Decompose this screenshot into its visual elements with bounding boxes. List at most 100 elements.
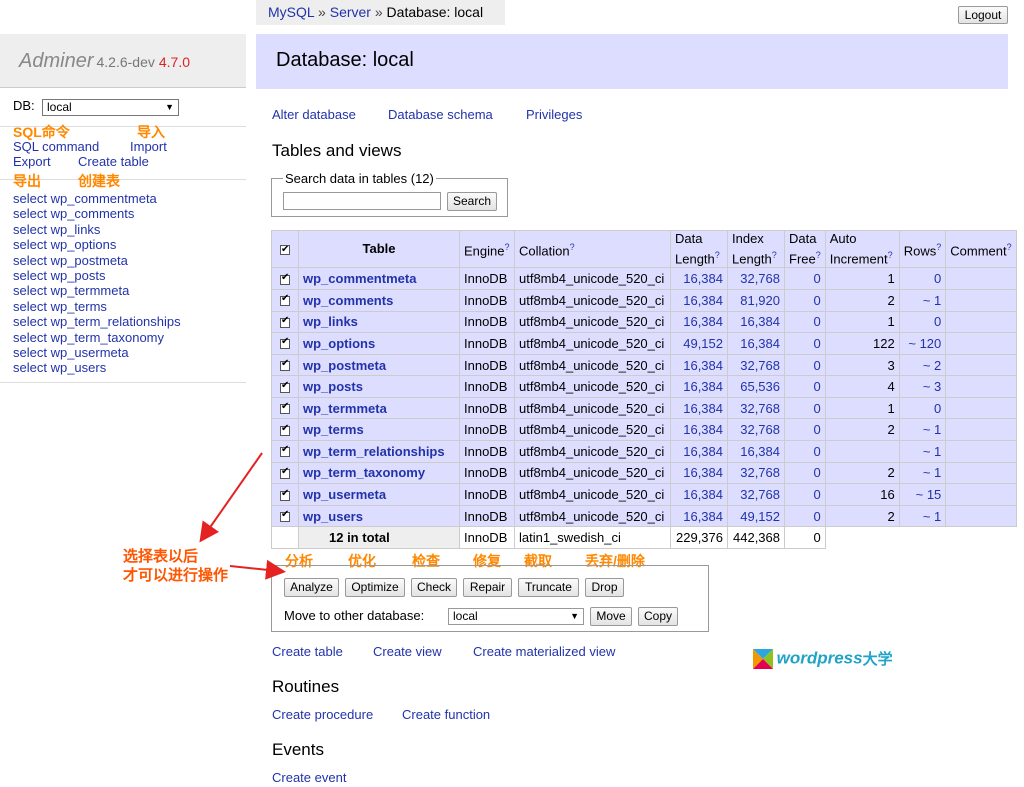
index-length-link[interactable]: 32,768 bbox=[727, 353, 785, 377]
table-row[interactable]: wp_linksInnoDButf8mb4_unicode_520_ci16,3… bbox=[271, 310, 1018, 334]
table-row[interactable]: wp_usermetaInnoDButf8mb4_unicode_520_ci1… bbox=[271, 483, 1018, 506]
index-length-link[interactable]: 16,384 bbox=[727, 310, 785, 334]
create-view-link[interactable]: Create view bbox=[373, 644, 442, 659]
data-length-link[interactable]: 16,384 bbox=[670, 288, 728, 312]
row-checkbox[interactable] bbox=[280, 358, 290, 372]
data-free-link[interactable]: 0 bbox=[784, 267, 826, 290]
create-table-link[interactable]: Create table bbox=[78, 154, 149, 169]
index-length-link[interactable]: 16,384 bbox=[727, 440, 785, 463]
help-icon[interactable]: ? bbox=[1007, 242, 1012, 252]
database-schema-link[interactable]: Database schema bbox=[388, 107, 493, 122]
data-free-link[interactable]: 0 bbox=[784, 288, 826, 312]
table-name-link[interactable]: wp_term_relationships bbox=[298, 440, 460, 463]
table-name-link[interactable]: wp_options bbox=[298, 332, 460, 355]
rows-link[interactable]: ~ 2 bbox=[898, 353, 947, 377]
data-length-link[interactable]: 49,152 bbox=[670, 332, 728, 355]
sidebar-table-link[interactable]: select wp_users bbox=[13, 360, 181, 375]
data-length-link[interactable]: 16,384 bbox=[670, 440, 728, 463]
rows-link[interactable]: ~ 1 bbox=[898, 504, 947, 528]
db-select[interactable]: local ▼ bbox=[42, 99, 179, 116]
table-name-link[interactable]: wp_posts bbox=[298, 375, 460, 398]
help-icon[interactable]: ? bbox=[570, 242, 575, 252]
create-materialized-view-link[interactable]: Create materialized view bbox=[473, 644, 615, 659]
index-length-link[interactable]: 49,152 bbox=[727, 504, 785, 528]
index-length-link[interactable]: 32,768 bbox=[727, 483, 785, 506]
table-name-link[interactable]: wp_comments bbox=[298, 288, 460, 312]
export-link[interactable]: Export bbox=[13, 154, 51, 169]
row-checkbox[interactable] bbox=[280, 509, 290, 523]
sidebar-table-link[interactable]: select wp_posts bbox=[13, 268, 181, 283]
optimize-button[interactable]: Optimize bbox=[345, 578, 405, 597]
index-length-link[interactable]: 81,920 bbox=[727, 288, 785, 312]
data-free-link[interactable]: 0 bbox=[784, 396, 826, 420]
breadcrumb-mysql-link[interactable]: MySQL bbox=[268, 4, 314, 20]
index-length-link[interactable]: 32,768 bbox=[727, 396, 785, 420]
data-length-link[interactable]: 16,384 bbox=[670, 267, 728, 290]
create-function-link[interactable]: Create function bbox=[402, 707, 490, 722]
table-row[interactable]: wp_commentmetaInnoDButf8mb4_unicode_520_… bbox=[271, 267, 1018, 290]
data-free-link[interactable]: 0 bbox=[784, 504, 826, 528]
table-name-link[interactable]: wp_terms bbox=[298, 418, 460, 442]
move-button[interactable]: Move bbox=[590, 607, 632, 626]
adminer-logo[interactable]: Adminer 4.2.6-dev 4.7.0 bbox=[0, 34, 246, 88]
breadcrumb-server-link[interactable]: Server bbox=[330, 4, 371, 20]
rows-link[interactable]: 0 bbox=[898, 396, 947, 420]
table-row[interactable]: wp_optionsInnoDButf8mb4_unicode_520_ci49… bbox=[271, 332, 1018, 355]
move-db-select[interactable]: local ▼ bbox=[448, 608, 584, 625]
row-checkbox[interactable] bbox=[280, 466, 290, 480]
logout-button[interactable]: Logout bbox=[958, 6, 1008, 24]
help-icon[interactable]: ? bbox=[936, 242, 941, 252]
data-length-link[interactable]: 16,384 bbox=[670, 375, 728, 398]
index-length-link[interactable]: 16,384 bbox=[727, 332, 785, 355]
table-row[interactable]: wp_postmetaInnoDButf8mb4_unicode_520_ci1… bbox=[271, 353, 1018, 377]
help-icon[interactable]: ? bbox=[888, 250, 893, 260]
row-checkbox[interactable] bbox=[280, 380, 290, 393]
create-procedure-link[interactable]: Create procedure bbox=[272, 707, 373, 722]
table-row[interactable]: wp_term_relationshipsInnoDButf8mb4_unico… bbox=[271, 440, 1018, 463]
column-header-table[interactable]: Table bbox=[298, 229, 460, 269]
sidebar-table-link[interactable]: select wp_term_relationships bbox=[13, 314, 181, 329]
help-icon[interactable]: ? bbox=[715, 250, 720, 260]
repair-button[interactable]: Repair bbox=[463, 578, 512, 597]
alter-database-link[interactable]: Alter database bbox=[272, 107, 356, 122]
row-checkbox[interactable] bbox=[280, 272, 290, 285]
column-header-rows[interactable]: Rows? bbox=[898, 229, 947, 269]
rows-link[interactable]: 0 bbox=[898, 267, 947, 290]
data-length-link[interactable]: 16,384 bbox=[670, 353, 728, 377]
rows-link[interactable]: ~ 1 bbox=[898, 288, 947, 312]
sidebar-table-link[interactable]: select wp_term_taxonomy bbox=[13, 330, 181, 345]
table-name-link[interactable]: wp_termmeta bbox=[298, 396, 460, 420]
index-length-link[interactable]: 65,536 bbox=[727, 375, 785, 398]
data-free-link[interactable]: 0 bbox=[784, 418, 826, 442]
rows-link[interactable]: ~ 120 bbox=[898, 332, 947, 355]
data-length-link[interactable]: 16,384 bbox=[670, 504, 728, 528]
table-row[interactable]: wp_termmetaInnoDButf8mb4_unicode_520_ci1… bbox=[271, 396, 1018, 420]
table-name-link[interactable]: wp_term_taxonomy bbox=[298, 461, 460, 485]
data-free-link[interactable]: 0 bbox=[784, 375, 826, 398]
index-length-link[interactable]: 32,768 bbox=[727, 418, 785, 442]
search-button[interactable]: Search bbox=[447, 192, 497, 211]
column-header-collation[interactable]: Collation? bbox=[514, 229, 671, 269]
sidebar-table-link[interactable]: select wp_links bbox=[13, 222, 181, 237]
sidebar-table-link[interactable]: select wp_usermeta bbox=[13, 345, 181, 360]
sidebar-table-link[interactable]: select wp_terms bbox=[13, 299, 181, 314]
column-header-comment[interactable]: Comment? bbox=[945, 229, 1018, 269]
sidebar-table-link[interactable]: select wp_options bbox=[13, 237, 181, 252]
row-checkbox[interactable] bbox=[280, 401, 290, 415]
privileges-link[interactable]: Privileges bbox=[526, 107, 582, 122]
row-checkbox[interactable] bbox=[280, 336, 290, 350]
help-icon[interactable]: ? bbox=[504, 242, 509, 252]
check-button[interactable]: Check bbox=[411, 578, 457, 597]
sidebar-table-link[interactable]: select wp_termmeta bbox=[13, 283, 181, 298]
table-row[interactable]: wp_postsInnoDButf8mb4_unicode_520_ci16,3… bbox=[271, 375, 1018, 398]
table-name-link[interactable]: wp_links bbox=[298, 310, 460, 334]
data-length-link[interactable]: 16,384 bbox=[670, 396, 728, 420]
row-checkbox[interactable] bbox=[280, 488, 290, 501]
table-name-link[interactable]: wp_postmeta bbox=[298, 353, 460, 377]
create-event-link[interactable]: Create event bbox=[272, 770, 346, 785]
rows-link[interactable]: ~ 3 bbox=[898, 375, 947, 398]
rows-link[interactable]: ~ 1 bbox=[898, 418, 947, 442]
table-name-link[interactable]: wp_usermeta bbox=[298, 483, 460, 506]
sql-command-link[interactable]: SQL command bbox=[13, 139, 99, 154]
table-name-link[interactable]: wp_commentmeta bbox=[298, 267, 460, 290]
